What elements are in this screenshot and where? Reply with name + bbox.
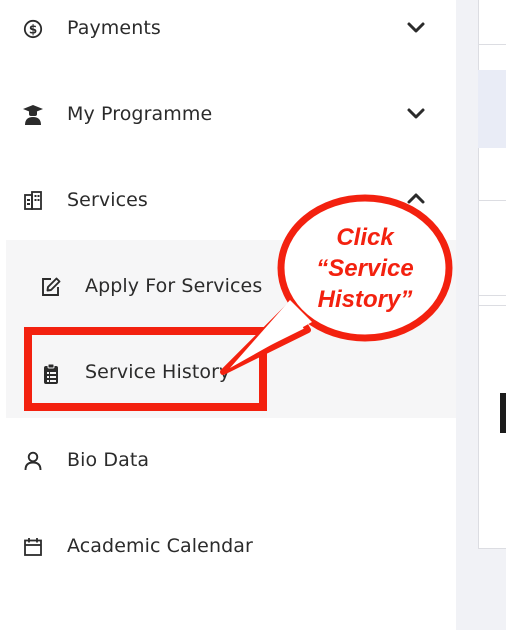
content-header-block (478, 70, 506, 148)
sidebar-item-label: Academic Calendar (67, 535, 253, 557)
graduate-icon (22, 104, 44, 126)
divider (478, 44, 506, 45)
svg-text:$: $ (29, 22, 37, 36)
chevron-down-icon[interactable] (406, 17, 426, 37)
sidebar-item-my-programme[interactable]: My Programme (0, 86, 456, 146)
sidebar-item-academic-calendar[interactable]: Academic Calendar (0, 518, 456, 578)
sidebar-item-label: My Programme (67, 103, 213, 125)
chevron-up-icon[interactable] (406, 189, 426, 209)
submenu-item-service-history[interactable]: Service History (0, 344, 456, 402)
user-icon (22, 450, 44, 472)
sidebar-item-services[interactable]: Services (0, 172, 456, 232)
submenu-item-label: Service History (85, 361, 231, 383)
building-icon (22, 190, 44, 212)
clipboard-icon (40, 363, 62, 385)
sidebar: $ Payments My Programme Services Apply F… (0, 0, 456, 630)
divider (478, 295, 506, 296)
content-dark-bar (500, 393, 506, 433)
divider (478, 200, 506, 201)
sidebar-item-label: Payments (67, 17, 161, 39)
sidebar-item-label: Services (67, 189, 148, 211)
sidebar-item-bio-data[interactable]: Bio Data (0, 432, 456, 492)
calendar-icon (22, 536, 44, 558)
chevron-down-icon[interactable] (406, 103, 426, 123)
submenu-item-label: Apply For Services (85, 275, 263, 297)
submenu-item-apply-for-services[interactable]: Apply For Services (0, 258, 456, 316)
sidebar-item-label: Bio Data (67, 449, 150, 471)
edit-icon (40, 276, 62, 298)
sidebar-item-payments[interactable]: $ Payments (0, 0, 456, 60)
divider (478, 305, 506, 306)
dollar-circle-icon: $ (22, 18, 44, 40)
